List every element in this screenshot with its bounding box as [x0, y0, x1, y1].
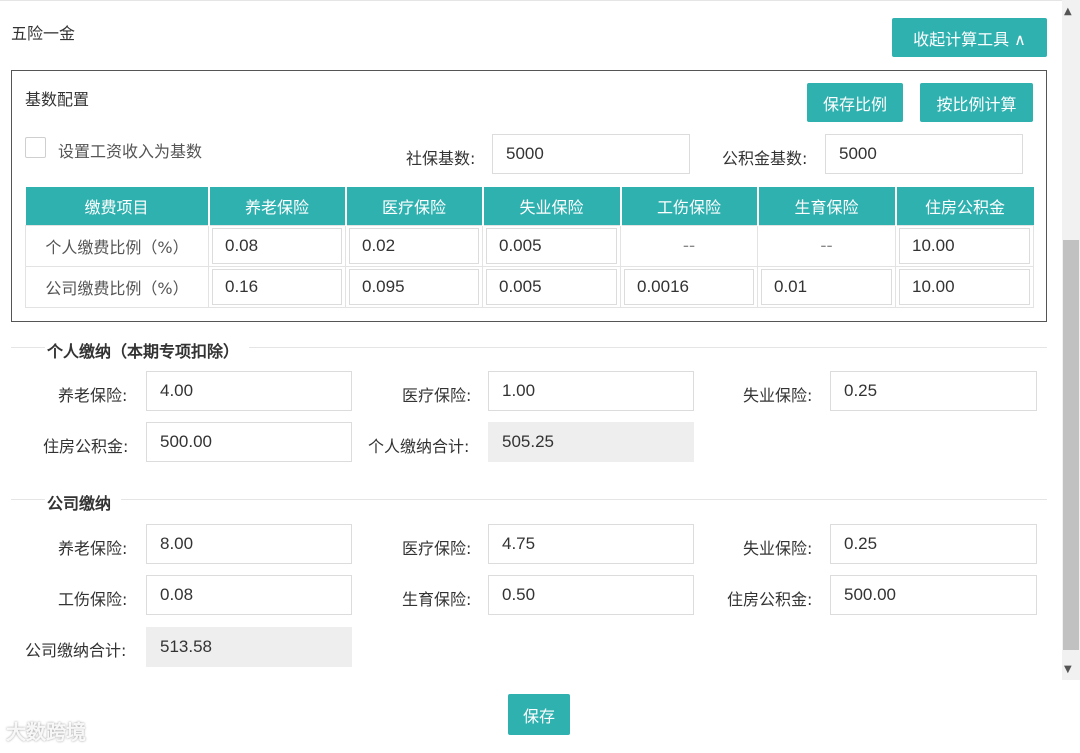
rate-table: 缴费项目 养老保险 医疗保险 失业保险 工伤保险 生育保险 住房公积金 个人缴费… — [25, 187, 1034, 308]
col-header: 缴费项目 — [25, 187, 210, 225]
watermark-logo: 大数跨境 — [6, 716, 86, 745]
company-housing-input[interactable]: 500.00 — [830, 575, 1037, 615]
col-header: 医疗保险 — [345, 187, 484, 225]
personal-medical-input[interactable]: 1.00 — [488, 371, 694, 411]
personal-unemployment-rate-input[interactable]: 0.005 — [486, 227, 617, 264]
fund-base-label: 公积金基数: — [722, 149, 808, 168]
scroll-down-arrow-icon[interactable]: ▼ — [1064, 664, 1072, 675]
personal-unemployment-label: 失业保险: — [743, 386, 813, 405]
table-row: 公司缴费比例（%） 0.16 0.095 0.005 0.0016 0.01 1… — [25, 265, 1034, 308]
row-label: 公司缴费比例（%） — [25, 265, 209, 308]
table-row: 个人缴费比例（%） 0.08 0.02 0.005 -- -- 10.00 — [25, 224, 1034, 267]
personal-housing-input[interactable]: 500.00 — [146, 422, 352, 462]
page-title: 五险一金 — [11, 24, 76, 43]
company-unemployment-input[interactable]: 0.25 — [830, 524, 1037, 564]
col-header: 失业保险 — [482, 187, 622, 225]
personal-medical-rate-input[interactable]: 0.02 — [349, 227, 479, 264]
company-maternity-input[interactable]: 0.50 — [488, 575, 694, 615]
company-unemployment-label: 失业保险: — [743, 539, 813, 558]
company-pension-label: 养老保险: — [58, 539, 128, 558]
config-title: 基数配置 — [25, 90, 90, 109]
watermark-text: 大数跨境 — [6, 720, 86, 744]
company-housing-label: 住房公积金: — [727, 590, 813, 609]
company-section-title: 公司缴纳 — [45, 490, 122, 514]
fund-base-input[interactable]: 5000 — [825, 134, 1023, 174]
personal-total-label: 个人缴纳合计: — [368, 437, 470, 456]
company-medical-label: 医疗保险: — [402, 539, 472, 558]
company-maternity-label: 生育保险: — [402, 590, 472, 609]
col-header: 工伤保险 — [620, 187, 759, 225]
personal-injury-rate: -- — [620, 224, 758, 267]
company-divider — [11, 499, 1047, 500]
personal-pension-input[interactable]: 4.00 — [146, 371, 352, 411]
save-button[interactable]: 保存 — [508, 694, 570, 735]
save-ratio-button[interactable]: 保存比例 — [807, 83, 903, 122]
calc-by-ratio-button[interactable]: 按比例计算 — [920, 83, 1033, 122]
company-total-label: 公司缴纳合计: — [25, 641, 127, 660]
company-injury-label: 工伤保险: — [58, 590, 128, 609]
personal-section-title: 个人缴纳（本期专项扣除） — [45, 338, 250, 362]
company-pension-input[interactable]: 8.00 — [146, 524, 352, 564]
company-pension-rate-input[interactable]: 0.16 — [212, 268, 342, 305]
personal-housing-label: 住房公积金: — [43, 437, 129, 456]
personal-unemployment-input[interactable]: 0.25 — [830, 371, 1037, 411]
personal-pension-rate-input[interactable]: 0.08 — [212, 227, 342, 264]
personal-pension-label: 养老保险: — [58, 386, 128, 405]
salary-base-label: 设置工资收入为基数 — [58, 142, 203, 161]
row-label: 个人缴费比例（%） — [25, 224, 209, 267]
salary-base-checkbox[interactable] — [25, 137, 46, 158]
scrollbar-thumb[interactable] — [1063, 240, 1079, 650]
company-unemployment-rate-input[interactable]: 0.005 — [486, 268, 617, 305]
company-total-value: 513.58 — [146, 627, 352, 667]
personal-medical-label: 医疗保险: — [402, 386, 472, 405]
personal-total-value: 505.25 — [488, 422, 694, 462]
personal-housing-rate-input[interactable]: 10.00 — [899, 227, 1030, 264]
scroll-up-arrow-icon[interactable]: ▲ — [1064, 6, 1072, 17]
col-header: 养老保险 — [208, 187, 347, 225]
collapse-tool-button[interactable]: 收起计算工具 ∧ — [892, 18, 1047, 57]
company-maternity-rate-input[interactable]: 0.01 — [761, 268, 892, 305]
company-medical-rate-input[interactable]: 0.095 — [349, 268, 479, 305]
social-base-input[interactable]: 5000 — [492, 134, 690, 174]
company-medical-input[interactable]: 4.75 — [488, 524, 694, 564]
social-base-label: 社保基数: — [406, 149, 476, 168]
company-injury-rate-input[interactable]: 0.0016 — [624, 268, 754, 305]
col-header: 住房公积金 — [895, 187, 1034, 225]
top-border — [0, 0, 1062, 1]
company-housing-rate-input[interactable]: 10.00 — [899, 268, 1030, 305]
personal-maternity-rate: -- — [757, 224, 896, 267]
col-header: 生育保险 — [757, 187, 897, 225]
table-header-row: 缴费项目 养老保险 医疗保险 失业保险 工伤保险 生育保险 住房公积金 — [25, 187, 1034, 225]
company-injury-input[interactable]: 0.08 — [146, 575, 352, 615]
